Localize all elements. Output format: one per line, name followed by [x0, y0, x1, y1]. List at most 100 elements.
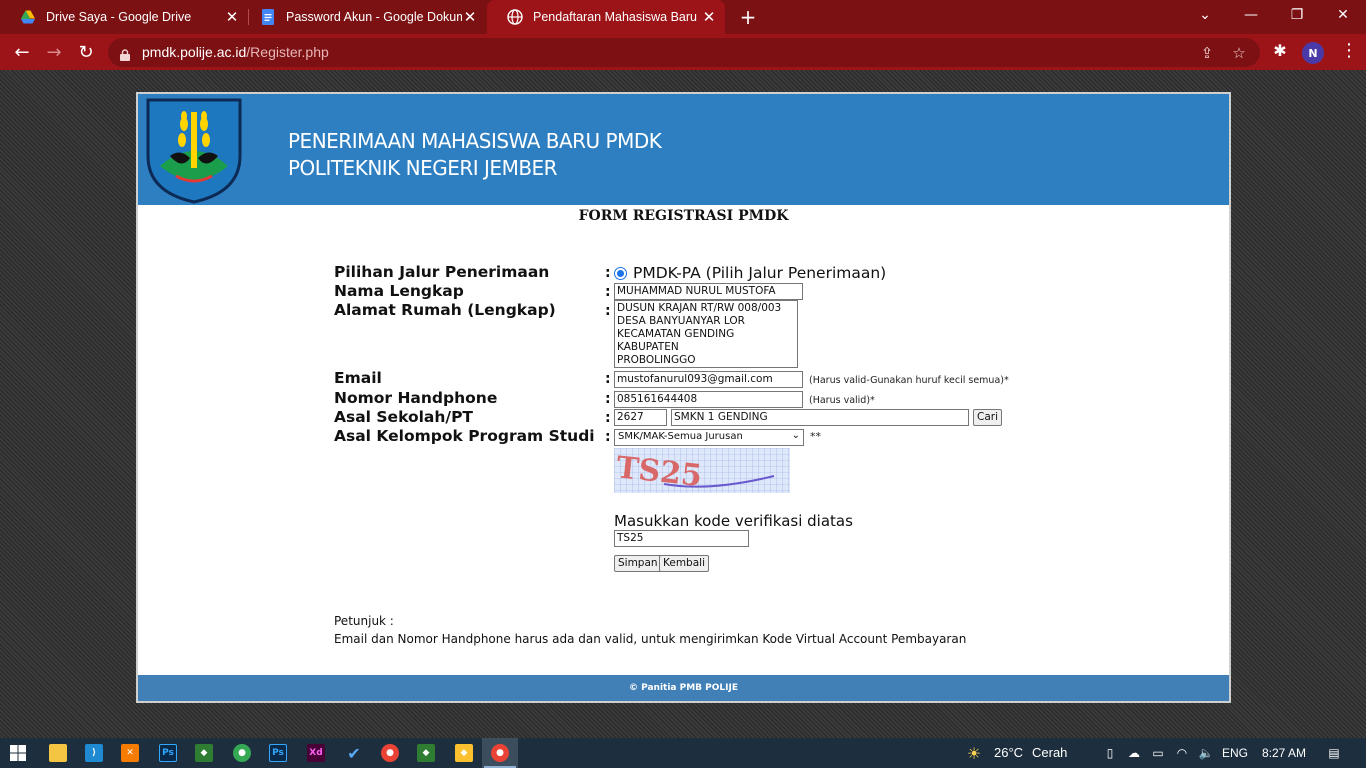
- google-docs-icon: [260, 9, 276, 25]
- chrome-active-icon[interactable]: ●: [488, 741, 512, 765]
- tray-device-icon[interactable]: ▯: [1098, 741, 1122, 765]
- xampp-icon[interactable]: ✕: [118, 741, 142, 765]
- photoshop-icon[interactable]: Ps: [266, 741, 290, 765]
- tab-search-chevron-icon[interactable]: ⌄: [1182, 0, 1228, 30]
- adobe-xd-icon[interactable]: Xd: [304, 741, 328, 765]
- tab-pendaftaran[interactable]: Pendaftaran Mahasiswa Baru ✕: [487, 0, 725, 34]
- globe-icon: [507, 9, 523, 25]
- browser-tab-bar: Drive Saya - Google Drive ✕ Password Aku…: [0, 0, 1366, 34]
- bookmark-star-icon[interactable]: ☆: [1230, 44, 1248, 62]
- minimize-icon[interactable]: —: [1228, 0, 1274, 30]
- colon: :: [605, 391, 611, 407]
- sekolah-name-input[interactable]: SMKN 1 GENDING: [671, 409, 969, 426]
- file-explorer-icon[interactable]: [46, 741, 70, 765]
- alamat-textarea[interactable]: DUSUN KRAJAN RT/RW 008/003 DESA BANYUANY…: [614, 300, 798, 368]
- windows-start-icon[interactable]: [6, 741, 30, 765]
- profile-avatar[interactable]: N: [1302, 42, 1324, 64]
- polije-logo-icon: [146, 98, 242, 204]
- form-title: FORM REGISTRASI PMDK: [578, 208, 789, 224]
- share-icon[interactable]: ⇪: [1198, 44, 1216, 62]
- colon: :: [605, 429, 611, 445]
- colon: :: [605, 303, 611, 319]
- sketch-icon[interactable]: ◆: [452, 741, 476, 765]
- header-banner: PENERIMAAN MAHASISWA BARU PMDK POLITEKNI…: [138, 94, 1229, 205]
- registration-page: PENERIMAAN MAHASISWA BARU PMDK POLITEKNI…: [136, 92, 1231, 703]
- label-email: Email: [334, 369, 382, 387]
- todo-check-icon[interactable]: ✔: [342, 741, 366, 765]
- restore-icon[interactable]: ❐: [1274, 0, 1320, 30]
- banner-title: PENERIMAAN MAHASISWA BARU PMDK POLITEKNI…: [288, 128, 662, 182]
- git-app-icon[interactable]: ◆: [192, 741, 216, 765]
- verification-input[interactable]: TS25: [614, 530, 749, 547]
- colon: :: [605, 410, 611, 426]
- weather-temp[interactable]: 26°C: [994, 745, 1023, 760]
- browser-menu-icon[interactable]: ⋮: [1340, 40, 1358, 61]
- jalur-radio-option[interactable]: PMDK-PA (Pilih Jalur Penerimaan): [614, 264, 886, 282]
- email-input[interactable]: mustofanurul093@gmail.com: [614, 371, 803, 388]
- url-text: pmdk.polije.ac.id/Register.php: [142, 44, 329, 60]
- close-tab-icon[interactable]: ✕: [701, 8, 717, 26]
- cari-button[interactable]: Cari: [973, 409, 1002, 426]
- url-domain: pmdk.polije.ac.id: [142, 44, 247, 60]
- clock-time[interactable]: 8:27 AM: [1262, 746, 1306, 760]
- petunjuk-title: Petunjuk :: [334, 614, 394, 628]
- prodi-note: **: [810, 430, 821, 443]
- tab-title: Password Akun - Google Dokumen: [286, 10, 462, 24]
- nama-input[interactable]: MUHAMMAD NURUL MUSTOFA: [614, 283, 803, 300]
- tab-title: Pendaftaran Mahasiswa Baru: [533, 10, 697, 24]
- petunjuk-text: Email dan Nomor Handphone harus ada dan …: [334, 632, 967, 646]
- photoshop-icon[interactable]: Ps: [156, 741, 180, 765]
- colon: :: [605, 371, 611, 387]
- chrome-icon[interactable]: ●: [230, 741, 254, 765]
- git-app-icon[interactable]: ◆: [414, 741, 438, 765]
- chevron-down-icon: ⌄: [791, 430, 800, 441]
- email-hint: (Harus valid-Gunakan huruf kecil semua)*: [809, 375, 1009, 386]
- address-bar[interactable]: pmdk.polije.ac.id/Register.php ⇪ ☆: [108, 38, 1260, 67]
- prodi-selected-value: SMK/MAK-Semua Jurusan: [618, 431, 743, 442]
- new-tab-plus-icon[interactable]: +: [738, 5, 758, 29]
- chrome-icon[interactable]: ●: [378, 741, 402, 765]
- colon: :: [605, 284, 611, 300]
- windows-taskbar: ⟩ ✕ Ps ◆ ● Ps Xd ✔ ● ◆ ◆ ● ☀ 26°C Cerah …: [0, 738, 1366, 768]
- close-window-icon[interactable]: ✕: [1320, 0, 1366, 30]
- language-indicator[interactable]: ENG: [1222, 746, 1248, 760]
- page-viewport: PENERIMAAN MAHASISWA BARU PMDK POLITEKNI…: [0, 70, 1366, 738]
- label-jalur: Pilihan Jalur Penerimaan: [334, 263, 550, 281]
- onedrive-cloud-icon[interactable]: ☁: [1122, 741, 1146, 765]
- sekolah-code-input[interactable]: 2627: [614, 409, 667, 426]
- reload-icon[interactable]: ↻: [74, 40, 98, 64]
- tab-google-drive[interactable]: Drive Saya - Google Drive ✕: [0, 0, 248, 34]
- kembali-button[interactable]: Kembali: [659, 555, 709, 572]
- vscode-icon[interactable]: ⟩: [82, 741, 106, 765]
- label-hp: Nomor Handphone: [334, 389, 498, 407]
- radio-button-selected[interactable]: [614, 266, 627, 280]
- banner-title-line1: PENERIMAAN MAHASISWA BARU PMDK: [288, 129, 662, 153]
- page-footer: © Panitia PMB POLIJE: [138, 675, 1229, 701]
- volume-icon[interactable]: 🔈: [1194, 741, 1218, 765]
- label-alamat: Alamat Rumah (Lengkap): [334, 301, 556, 319]
- forward-arrow-icon[interactable]: →: [42, 40, 66, 64]
- hp-input[interactable]: 085161644408: [614, 391, 803, 408]
- weather-sun-icon[interactable]: ☀: [962, 741, 986, 765]
- back-arrow-icon[interactable]: ←: [10, 40, 34, 64]
- google-drive-icon: [20, 9, 36, 25]
- close-tab-icon[interactable]: ✕: [462, 8, 478, 26]
- lock-icon: [120, 46, 130, 61]
- wifi-icon[interactable]: ◠: [1170, 741, 1194, 765]
- hp-hint: (Harus valid)*: [809, 395, 875, 406]
- banner-title-line2: POLITEKNIK NEGERI JEMBER: [288, 156, 558, 180]
- extensions-puzzle-icon[interactable]: ✱: [1270, 41, 1290, 63]
- battery-icon[interactable]: ▭: [1146, 741, 1170, 765]
- radio-label: PMDK-PA (Pilih Jalur Penerimaan): [633, 264, 887, 282]
- tab-title: Drive Saya - Google Drive: [46, 10, 192, 24]
- weather-desc[interactable]: Cerah: [1032, 745, 1067, 760]
- prodi-select[interactable]: SMK/MAK-Semua Jurusan ⌄: [614, 429, 804, 446]
- notification-icon[interactable]: ▤: [1322, 741, 1346, 765]
- close-tab-icon[interactable]: ✕: [224, 8, 240, 26]
- tab-password-akun[interactable]: Password Akun - Google Dokumen ✕: [240, 0, 486, 34]
- simpan-button[interactable]: Simpan: [614, 555, 662, 572]
- label-nama: Nama Lengkap: [334, 282, 464, 300]
- verification-label: Masukkan kode verifikasi diatas: [614, 512, 853, 530]
- url-path: /Register.php: [246, 44, 329, 60]
- label-prodi: Asal Kelompok Program Studi: [334, 427, 595, 445]
